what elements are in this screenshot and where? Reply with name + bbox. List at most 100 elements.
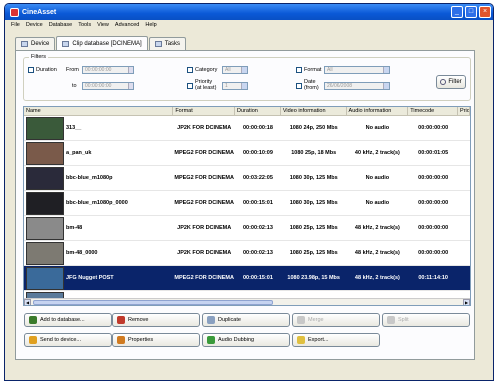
video-info-cell: 1080 24p, 250 Mbs — [289, 125, 338, 131]
tab-strip: Device Clip database [DCINEMA] Tasks — [15, 36, 187, 50]
column-header-priority[interactable]: Priority — [458, 107, 470, 115]
date-checkbox[interactable] — [296, 83, 302, 89]
calendar-dropdown-icon[interactable] — [383, 83, 389, 89]
timecode-cell: 00:00:00:00 — [418, 175, 449, 181]
format-cell: MPEG2 FOR DCINEMA — [174, 200, 234, 206]
duplicate-button[interactable]: Duplicate — [202, 313, 290, 327]
menu-help[interactable]: Help — [142, 22, 159, 28]
close-button[interactable]: × — [479, 6, 491, 18]
table-row[interactable]: bm-48 JP2K FOR DCINEMA 00:00:02:13 1080 25p… — [24, 216, 470, 241]
export-button[interactable]: Export... — [292, 333, 380, 347]
add-to-database-button[interactable]: Add to database... — [24, 313, 112, 327]
merge-button[interactable]: Merge — [292, 313, 380, 327]
category-checkbox[interactable] — [187, 67, 193, 73]
duration-to-field[interactable]: 00:00:00:00 — [82, 82, 134, 90]
menu-advanced[interactable]: Advanced — [112, 22, 142, 28]
table-row[interactable]: a_pan_uk MPEG2 FOR DCINEMA 00:00:10:09 1080… — [24, 141, 470, 166]
audio-dubbing-button[interactable]: Audio Dubbing — [202, 333, 290, 347]
priority-value: 1 — [225, 83, 228, 89]
column-header-timecode[interactable]: Timecode — [408, 107, 459, 115]
scroll-right-icon[interactable]: ▶ — [463, 299, 470, 305]
timecode-cell: 00:00:00:00 — [418, 250, 449, 256]
minimize-button[interactable]: _ — [451, 6, 463, 18]
tab-clip-database[interactable]: Clip database [DCINEMA] — [56, 36, 148, 50]
duration-from-field[interactable]: 00:00:00:00 — [82, 66, 134, 74]
format-cell: JP2K FOR DCINEMA — [177, 250, 232, 256]
timecode-cell: 00:00:00:00 — [418, 225, 449, 231]
video-info-cell: 1080 25p, 125 Mbs — [289, 225, 338, 231]
priority-select[interactable]: 1 — [222, 82, 248, 90]
name-cell: bm-48_0000 — [24, 241, 173, 265]
scroll-left-icon[interactable]: ◀ — [24, 299, 31, 305]
menu-database[interactable]: Database — [46, 22, 76, 28]
column-header-format[interactable]: Format — [173, 107, 236, 115]
merge-button-label: Merge — [308, 317, 324, 323]
to-label: to — [72, 83, 77, 89]
name-cell: 313__ — [24, 116, 173, 140]
name-cell: JFG Nugget POST — [24, 266, 173, 290]
clip-thumbnail — [26, 266, 64, 290]
tab-tasks[interactable]: Tasks — [148, 37, 187, 50]
timecode-cell: 00:00:01:05 — [418, 150, 449, 156]
table-row[interactable]: bm-48_0000 JP2K FOR DCINEMA 00:00:02:13 108… — [24, 241, 470, 266]
format-select[interactable]: All — [324, 66, 390, 74]
duration-cell: 00:00:10:09 — [242, 150, 273, 156]
chevron-down-icon[interactable] — [241, 67, 247, 73]
filter-button[interactable]: Filter — [436, 75, 466, 89]
video-info-cell: 1080 30p, 125 Mbs — [289, 200, 338, 206]
column-header-audio-information[interactable]: Audio information — [347, 107, 409, 115]
table-row[interactable]: bbc-blue_m1080p MPEG2 FOR DCINEMA 00:03:22… — [24, 166, 470, 191]
date-field[interactable]: 26/06/2008 — [324, 82, 390, 90]
column-header-video-information[interactable]: Video information — [281, 107, 347, 115]
clip-name: a_pan_uk — [66, 150, 92, 156]
spinner-icon[interactable] — [128, 67, 133, 73]
format-cell: MPEG2 FOR DCINEMA — [174, 150, 234, 156]
duration-from-value: 00:00:00:00 — [85, 67, 112, 73]
date-value: 26/06/2008 — [327, 83, 353, 89]
date-label: Date (from) — [304, 79, 319, 91]
spinner-icon[interactable] — [128, 83, 133, 89]
maximize-button[interactable]: □ — [465, 6, 477, 18]
column-header-duration[interactable]: Duration — [235, 107, 281, 115]
clip-thumbnail — [26, 241, 64, 265]
remove-button[interactable]: Remove — [112, 313, 200, 327]
send-to-device-icon — [29, 336, 37, 344]
clip-name: bm-48_0000 — [66, 250, 98, 256]
chevron-down-icon[interactable] — [383, 67, 389, 73]
split-button[interactable]: Split — [382, 313, 470, 327]
tab-device[interactable]: Device — [15, 37, 56, 50]
export-button-label: Export... — [308, 337, 329, 343]
clip-thumbnail — [26, 191, 64, 215]
menu-tools[interactable]: Tools — [75, 22, 94, 28]
menu-view[interactable]: View — [94, 22, 112, 28]
duration-checkbox[interactable] — [28, 67, 34, 73]
menu-bar: File Device Database Tools View Advanced… — [5, 20, 493, 30]
table-row[interactable]: JFG Nugget POST MPEG2 FOR DCINEMA 00:00:15… — [24, 266, 470, 291]
menu-device[interactable]: Device — [23, 22, 46, 28]
clip-database-panel: Filters Duration From 00:00:00:00 to 00:… — [15, 50, 475, 360]
tab-tasks-label: Tasks — [164, 41, 181, 47]
send-to-device-button-label: Send to device... — [40, 337, 81, 343]
table-row[interactable]: bbc-blue_m1080p_0000 MPEG2 FOR DCINEMA 00:… — [24, 191, 470, 216]
menu-file[interactable]: File — [8, 22, 23, 28]
priority-checkbox[interactable] — [187, 83, 193, 89]
properties-button[interactable]: Properties — [112, 333, 200, 347]
clip-name: bbc-blue_m1080p_0000 — [66, 200, 128, 206]
audio-info-cell: 48 kHz, 2 track(s) — [354, 250, 400, 256]
add-to-database-icon — [29, 316, 37, 324]
video-info-cell: 1080 25p, 125 Mbs — [289, 250, 338, 256]
column-header-name[interactable]: Name — [24, 107, 174, 115]
name-cell: a_pan_uk — [24, 141, 173, 165]
horizontal-scrollbar[interactable]: ◀ ▶ — [24, 298, 470, 305]
add-to-database-button-label: Add to database... — [40, 317, 85, 323]
audio-dubbing-button-label: Audio Dubbing — [218, 337, 255, 343]
audio-dubbing-icon — [207, 336, 215, 344]
format-checkbox[interactable] — [296, 67, 302, 73]
scrollbar-thumb[interactable] — [33, 300, 273, 305]
send-to-device-button[interactable]: Send to device... — [24, 333, 112, 347]
category-select[interactable]: All — [222, 66, 248, 74]
table-row[interactable]: 313__ JP2K FOR DCINEMA 00:00:00:18 1080 24p… — [24, 116, 470, 141]
audio-info-cell: No audio — [365, 200, 390, 206]
chevron-down-icon[interactable] — [241, 83, 247, 89]
format-value: All — [327, 67, 333, 73]
